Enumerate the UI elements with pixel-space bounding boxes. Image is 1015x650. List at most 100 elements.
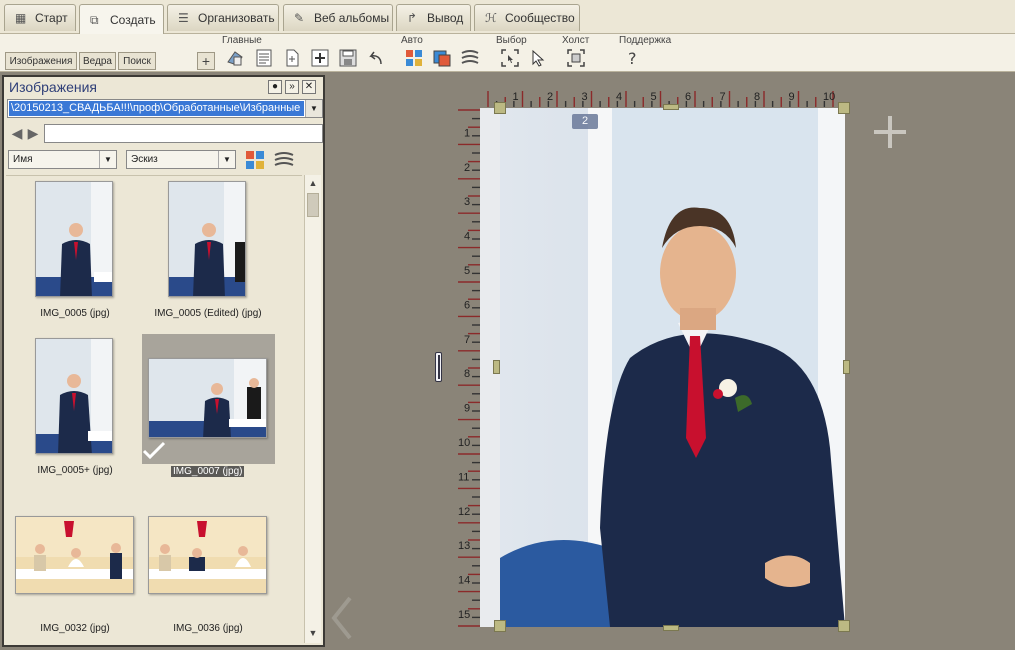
- ruler-label: 7: [464, 334, 470, 346]
- close-panel-button[interactable]: ✕: [302, 80, 316, 94]
- auto-fill-button[interactable]: [431, 47, 453, 69]
- tab-create[interactable]: ⧉ Создать: [79, 4, 164, 34]
- group-label-auto: Авто: [401, 35, 423, 46]
- auto-fill-small-icon[interactable]: [244, 149, 266, 171]
- thumbnail-item-selected[interactable]: IMG_0007 (jpg): [142, 334, 276, 482]
- add-page-plus-icon[interactable]: [870, 112, 910, 152]
- scroll-thumb[interactable]: [307, 193, 319, 217]
- properties-button[interactable]: [253, 47, 275, 69]
- ruler-label: 2: [547, 91, 553, 103]
- ruler-label: 3: [464, 196, 470, 208]
- filter-input[interactable]: [44, 124, 323, 143]
- list-icon: ☰: [178, 11, 189, 25]
- panel-header: Изображения ● » ✕: [4, 77, 323, 97]
- pin-button[interactable]: ●: [268, 80, 282, 94]
- ruler-label: 8: [464, 368, 470, 380]
- create-project-button[interactable]: [224, 47, 246, 69]
- group-label-main: Главные: [222, 35, 262, 46]
- folder-path-value: \20150213_СВАДЬБА!!!\проф\Обработанные\И…: [9, 101, 304, 116]
- panel-tab-buckets[interactable]: Ведра: [79, 52, 116, 70]
- tab-community[interactable]: ℋ Сообщество: [474, 4, 580, 31]
- ruler-label: 15: [458, 609, 470, 621]
- sort-select[interactable]: Имя ▼: [8, 150, 117, 169]
- resize-handle-right[interactable]: [843, 360, 850, 374]
- select-all-button[interactable]: [499, 47, 521, 69]
- ruler-label: 5: [464, 265, 470, 277]
- tab-label: Создать: [110, 12, 156, 27]
- back-arrow-icon[interactable]: ◀: [10, 127, 24, 141]
- view-mode-select[interactable]: Эскиз ▼: [126, 150, 236, 169]
- group-label-support: Поддержка: [619, 35, 672, 46]
- group-label-canvas: Холст: [562, 35, 590, 46]
- checkmark-icon: [142, 441, 166, 460]
- ruler-label: 1: [513, 91, 519, 103]
- expand-button[interactable]: »: [285, 80, 299, 94]
- share-icon: ↱: [407, 11, 418, 25]
- ruler-label: 1: [464, 127, 470, 139]
- folder-path-select[interactable]: \20150213_СВАДЬБА!!!\проф\Обработанные\И…: [7, 99, 323, 118]
- thumbnail-grid: IMG_0005 (jpg) IMG_0005 (Edited) (jpg) I…: [6, 175, 302, 643]
- scroll-down-icon[interactable]: ▼: [305, 625, 321, 641]
- select-frame-icon: [501, 49, 519, 67]
- community-icon: ℋ: [485, 11, 497, 25]
- tab-label: Сообщество: [505, 11, 575, 25]
- tab-label: Организовать: [198, 11, 275, 25]
- chevron-down-icon: ▼: [99, 151, 116, 168]
- resize-handle-top[interactable]: [663, 104, 679, 110]
- ruler-label: 4: [616, 91, 622, 103]
- tab-web-albums[interactable]: ✎ Веб альбомы: [283, 4, 393, 31]
- auto-arrange-small-icon[interactable]: [273, 149, 295, 171]
- tab-output[interactable]: ↱ Вывод: [396, 4, 471, 31]
- album-icon: ✎: [294, 11, 305, 25]
- resize-handle-left[interactable]: [493, 360, 500, 374]
- tab-start[interactable]: ▦ Старт: [4, 4, 76, 31]
- sort-value: Имя: [13, 154, 33, 165]
- resize-handle-bottom[interactable]: [663, 625, 679, 631]
- chevron-down-icon: ▼: [218, 151, 235, 168]
- project-page[interactable]: [480, 108, 845, 627]
- images-panel: Изображения ● » ✕ \20150213_СВАДЬБА!!!\п…: [2, 75, 325, 647]
- add-panel-button[interactable]: +: [197, 52, 215, 70]
- thumbnail-caption: IMG_0005 (jpg): [40, 308, 110, 319]
- panel-tab-images[interactable]: Изображения: [5, 52, 77, 70]
- panel-tab-search[interactable]: Поиск: [118, 52, 156, 70]
- page-divider-handle[interactable]: [435, 352, 442, 382]
- thumbnail-item[interactable]: IMG_0005 (Edited) (jpg): [154, 181, 262, 321]
- ruler-label: 8: [754, 91, 760, 103]
- ruler-label: 13: [458, 540, 470, 552]
- create-project-icon: [227, 51, 243, 66]
- resize-handle-bottom-left[interactable]: [494, 620, 506, 632]
- ruler-label: 10: [458, 437, 470, 449]
- thumbnail-scrollbar[interactable]: ▲ ▼: [304, 175, 321, 643]
- thumbnail-caption: IMG_0007 (jpg): [171, 466, 245, 477]
- thumbnail-caption: IMG_0032 (jpg): [40, 623, 110, 634]
- add-page-icon: [286, 49, 299, 67]
- thumbnail-item[interactable]: IMG_0032 (jpg): [15, 516, 135, 636]
- ruler-label: 9: [464, 403, 470, 415]
- chevron-down-icon: ▼: [305, 100, 322, 117]
- thumbnail-item[interactable]: IMG_0005+ (jpg): [35, 338, 115, 478]
- undo-icon: [369, 51, 382, 65]
- auto-layout-button[interactable]: [403, 47, 425, 69]
- forward-arrow-icon[interactable]: ▶: [26, 127, 40, 141]
- canvas-fit-button[interactable]: [565, 47, 587, 69]
- resize-handle-bottom-right[interactable]: [838, 620, 850, 632]
- scroll-up-icon[interactable]: ▲: [305, 175, 321, 191]
- thumbnail-image: [35, 181, 113, 297]
- help-button[interactable]: ?: [622, 47, 644, 69]
- add-item-button[interactable]: [309, 47, 331, 69]
- tab-organize[interactable]: ☰ Организовать: [167, 4, 279, 31]
- thumbnail-item[interactable]: IMG_0005 (jpg): [35, 181, 115, 321]
- create-icon: ⧉: [90, 12, 99, 27]
- select-pointer-button[interactable]: [527, 47, 549, 69]
- thumbnail-item[interactable]: IMG_0036 (jpg): [148, 516, 268, 636]
- resize-handle-top-right[interactable]: [838, 102, 850, 114]
- save-button[interactable]: [337, 47, 359, 69]
- auto-arrange-button[interactable]: [459, 47, 481, 69]
- previous-page-chevron-icon[interactable]: [330, 596, 354, 640]
- canvas-fit-icon: [567, 49, 585, 67]
- add-page-button[interactable]: [281, 47, 303, 69]
- properties-icon: [256, 49, 272, 67]
- undo-button[interactable]: [365, 47, 387, 69]
- resize-handle-top-left[interactable]: [494, 102, 506, 114]
